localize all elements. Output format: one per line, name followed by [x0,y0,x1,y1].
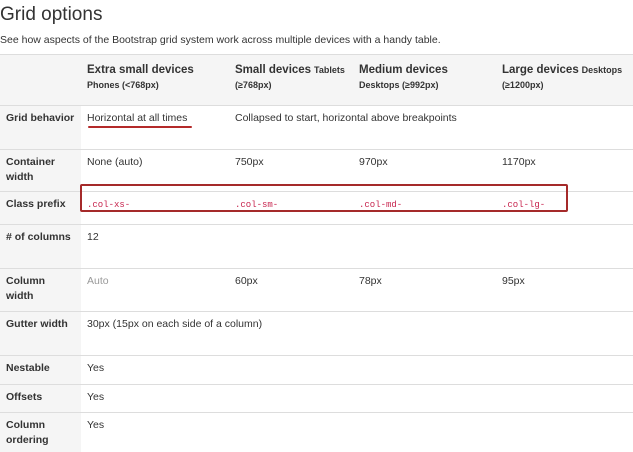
header-sm: Small devices Tablets (≥768px) [229,55,353,106]
grid-options-section: Grid options See how aspects of the Boot… [0,0,633,435]
annotation-highlight-box [80,184,568,212]
header-sm-title: Small devices [235,64,311,76]
header-xs-sub: Phones (<768px) [87,78,223,93]
header-xs: Extra small devices Phones (<768px) [81,55,229,106]
cell-offsets: Yes [81,385,633,413]
row-label-offsets: Offsets [0,385,81,413]
table-row-column-width: Column width Auto 60px 78px 95px [0,269,633,312]
header-lg-sub: (≥1200px) [502,78,627,93]
cell-column-width-sm: 60px [229,269,353,312]
section-description: See how aspects of the Bootstrap grid sy… [0,34,441,46]
header-md-sub: Desktops (≥992px) [359,78,490,93]
row-label-column-width: Column width [0,269,81,312]
cell-num-columns: 12 [81,225,633,269]
row-label-nestable: Nestable [0,356,81,385]
row-label-class-prefix: Class prefix [0,192,81,225]
row-label-gutter-width: Gutter width [0,312,81,356]
header-lg-inline: Desktops [582,65,623,75]
header-lg-title: Large devices [502,64,579,76]
section-title: Grid options [0,4,102,26]
table-row-num-columns: # of columns 12 [0,225,633,269]
annotation-underline [88,126,192,128]
header-md-title: Medium devices [359,63,490,78]
cell-grid-behavior-rest: Collapsed to start, horizontal above bre… [229,106,633,150]
cell-column-width-xs: Auto [81,269,229,312]
row-label-column-ordering: Column ordering [0,413,81,452]
cell-gutter-width: 30px (15px on each side of a column) [81,312,633,356]
cell-column-ordering: Yes [81,413,633,452]
row-label-container-width: Container width [0,150,81,192]
grid-options-table: Extra small devices Phones (<768px) Smal… [0,54,633,452]
header-corner-cell [0,55,81,106]
cell-column-width-md: 78px [353,269,496,312]
header-sm-sub: (≥768px) [235,78,347,93]
row-label-grid-behavior: Grid behavior [0,106,81,150]
row-label-num-columns: # of columns [0,225,81,269]
cell-nestable: Yes [81,356,633,385]
header-xs-title: Extra small devices [87,63,223,78]
header-sm-inline: Tablets [314,65,345,75]
header-md: Medium devices Desktops (≥992px) [353,55,496,106]
table-header-row: Extra small devices Phones (<768px) Smal… [0,55,633,106]
table-row-gutter-width: Gutter width 30px (15px on each side of … [0,312,633,356]
cell-column-width-lg: 95px [496,269,633,312]
header-lg: Large devices Desktops (≥1200px) [496,55,633,106]
table-row-column-ordering: Column ordering Yes [0,413,633,452]
table-row-offsets: Offsets Yes [0,385,633,413]
table-row-nestable: Nestable Yes [0,356,633,385]
